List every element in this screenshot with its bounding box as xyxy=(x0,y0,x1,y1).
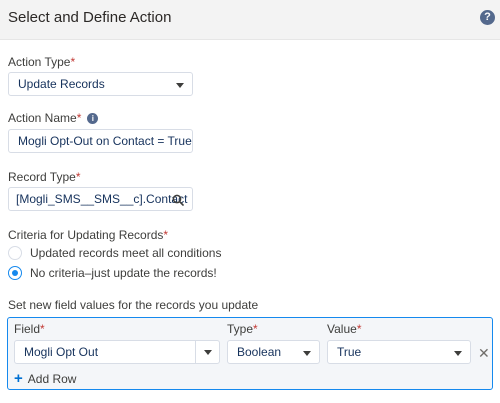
action-name-input[interactable]: Mogli Opt-Out on Contact = True xyxy=(8,129,193,153)
chevron-down-icon xyxy=(176,83,184,88)
column-header-type: Type* xyxy=(227,322,258,336)
action-name-label: Action Name* i xyxy=(8,111,99,125)
value-select[interactable]: True xyxy=(327,340,471,364)
search-icon[interactable] xyxy=(172,194,184,206)
column-header-field: Field* xyxy=(14,322,45,336)
add-row-label: Add Row xyxy=(27,372,77,386)
field-select[interactable]: Mogli Opt Out xyxy=(14,340,220,364)
criteria-label: Criteria for Updating Records* xyxy=(8,228,168,242)
criteria-label-text: Criteria for Updating Records xyxy=(8,228,164,242)
chevron-down-icon xyxy=(454,351,462,356)
required-mark: * xyxy=(163,228,169,242)
type-select-value: Boolean xyxy=(237,345,282,359)
type-select[interactable]: Boolean xyxy=(227,340,320,364)
field-values-label: Set new field values for the records you… xyxy=(8,298,259,312)
record-type-lookup[interactable]: [Mogli_SMS__SMS__c].Contact xyxy=(8,187,193,211)
value-select-value: True xyxy=(337,345,362,359)
remove-row-icon[interactable]: ✕ xyxy=(478,345,490,362)
required-mark: * xyxy=(76,111,82,125)
help-icon[interactable]: ? xyxy=(480,10,495,25)
required-mark: * xyxy=(356,322,362,336)
record-type-label: Record Type* xyxy=(8,170,81,184)
info-icon[interactable]: i xyxy=(87,113,99,124)
action-name-label-text: Action Name xyxy=(8,111,77,125)
radio-button[interactable] xyxy=(8,246,22,260)
action-type-select[interactable]: Update Records xyxy=(8,72,193,96)
required-mark: * xyxy=(253,322,258,336)
field-dropdown-button[interactable] xyxy=(195,341,219,363)
column-header-type-text: Type xyxy=(227,322,254,336)
action-type-value: Update Records xyxy=(18,77,105,91)
radio-button-selected[interactable] xyxy=(8,266,22,280)
column-header-value-text: Value xyxy=(327,322,357,336)
add-row-button[interactable]: + Add Row xyxy=(14,370,76,387)
column-header-value: Value* xyxy=(327,322,361,336)
field-values-panel: Field* Type* Value* Mogli Opt Out Boolea… xyxy=(7,317,493,390)
criteria-option-label: Updated records meet all conditions xyxy=(30,246,222,260)
criteria-option-label: No criteria–just update the records! xyxy=(30,266,217,280)
required-mark: * xyxy=(70,55,76,69)
chevron-down-icon xyxy=(303,351,311,356)
action-name-value: Mogli Opt-Out on Contact = True xyxy=(18,134,192,148)
action-type-label: Action Type* xyxy=(8,55,75,69)
column-header-field-text: Field xyxy=(14,322,41,336)
action-type-label-text: Action Type xyxy=(8,55,71,69)
plus-icon: + xyxy=(14,370,23,387)
record-type-value: [Mogli_SMS__SMS__c].Contact xyxy=(16,192,188,206)
field-select-value: Mogli Opt Out xyxy=(24,345,99,359)
required-mark: * xyxy=(75,170,81,184)
modal-header: Select and Define Action ? xyxy=(0,0,500,40)
required-mark: * xyxy=(40,322,45,336)
record-type-label-text: Record Type xyxy=(8,170,76,184)
chevron-down-icon xyxy=(204,350,212,355)
modal-title: Select and Define Action xyxy=(8,9,172,26)
